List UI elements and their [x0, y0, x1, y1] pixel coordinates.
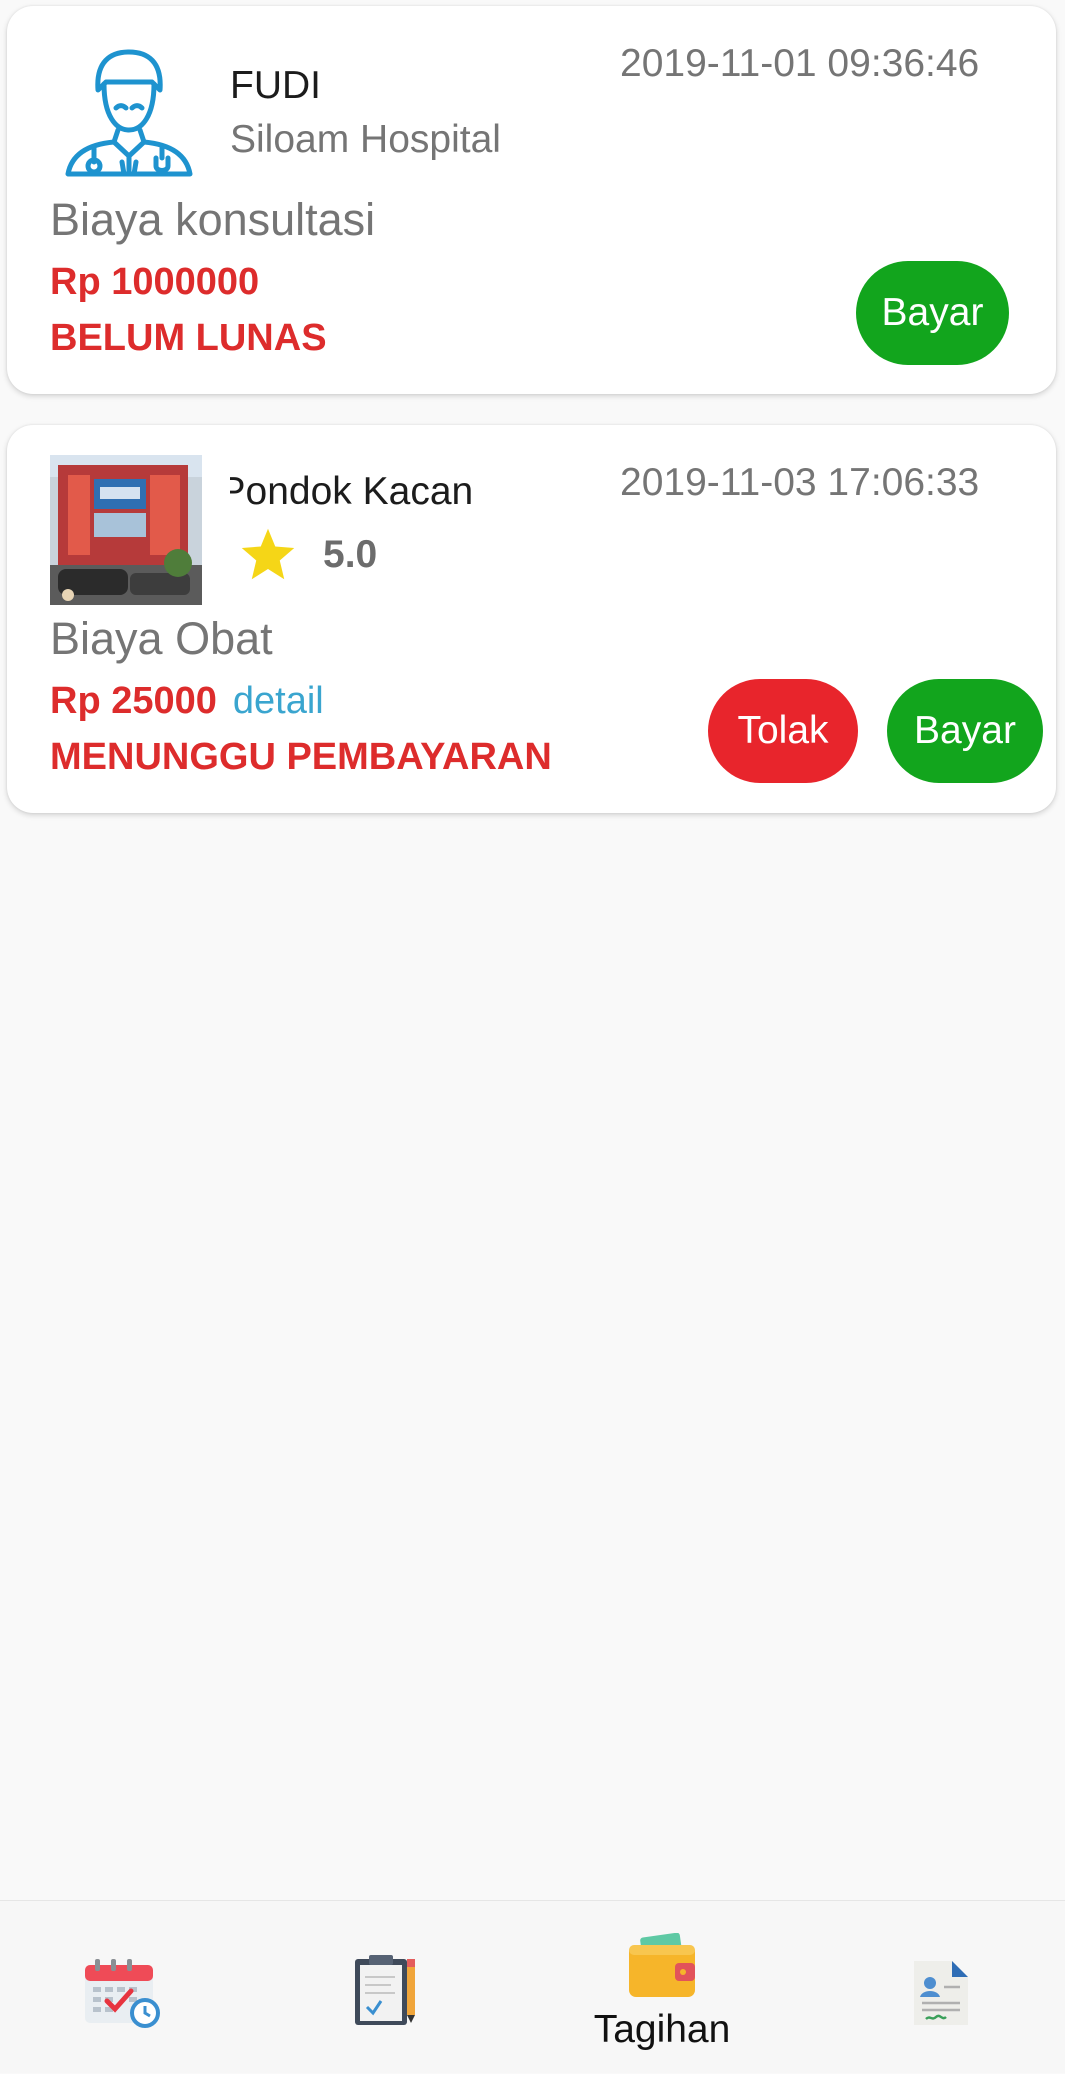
nav-item-profile[interactable] [815, 1901, 1065, 2074]
bill-title: Biaya Obat [50, 613, 273, 664]
calendar-icon [85, 1959, 160, 2028]
pay-button[interactable]: Bayar [887, 679, 1043, 783]
nav-item-records[interactable] [266, 1901, 516, 2074]
bill-status: MENUNGGU PEMBAYARAN [50, 736, 552, 778]
star-icon [241, 528, 295, 580]
nav-label-bills: Tagihan [593, 2008, 731, 2051]
hospital-photo [50, 455, 202, 605]
provider-subtitle: Siloam Hospital [230, 118, 501, 161]
bill-timestamp: 2019-11-01 09:36:46 [620, 42, 980, 85]
bill-timestamp: 2019-11-03 17:06:33 [620, 461, 980, 504]
doctor-icon [62, 46, 196, 180]
bill-amount: Rp 25000 [50, 680, 217, 722]
bill-title: Biaya konsultasi [50, 194, 376, 245]
document-profile-icon [914, 1961, 968, 2025]
wallet-icon [629, 1933, 695, 1997]
provider-rating: 5.0 [237, 525, 377, 585]
nav-item-schedule[interactable] [0, 1901, 250, 2074]
bill-card-medicine[interactable]: ntury Pondok Kacan 5.0 2019-11-03 17:06:… [7, 425, 1056, 813]
pay-button[interactable]: Bayar [856, 261, 1009, 365]
provider-name-text: ntury Pondok Kacan [230, 470, 474, 513]
provider-name: ntury Pondok Kacan [230, 470, 610, 514]
clipboard-icon [355, 1955, 415, 2025]
bottom-navigation: Tagihan [0, 1900, 1065, 2073]
bill-status: BELUM LUNAS [50, 317, 327, 359]
provider-name: FUDI [230, 64, 321, 107]
rating-value: 5.0 [323, 533, 378, 576]
bill-amount: Rp 1000000 [50, 261, 260, 303]
reject-button[interactable]: Tolak [708, 679, 858, 783]
nav-item-bills[interactable]: Tagihan [537, 1901, 787, 2074]
detail-link[interactable]: detail [233, 680, 324, 722]
bill-amount-row: Rp 25000 detail [50, 680, 324, 723]
bill-card-consultation[interactable]: FUDI Siloam Hospital 2019-11-01 09:36:46… [7, 6, 1056, 394]
